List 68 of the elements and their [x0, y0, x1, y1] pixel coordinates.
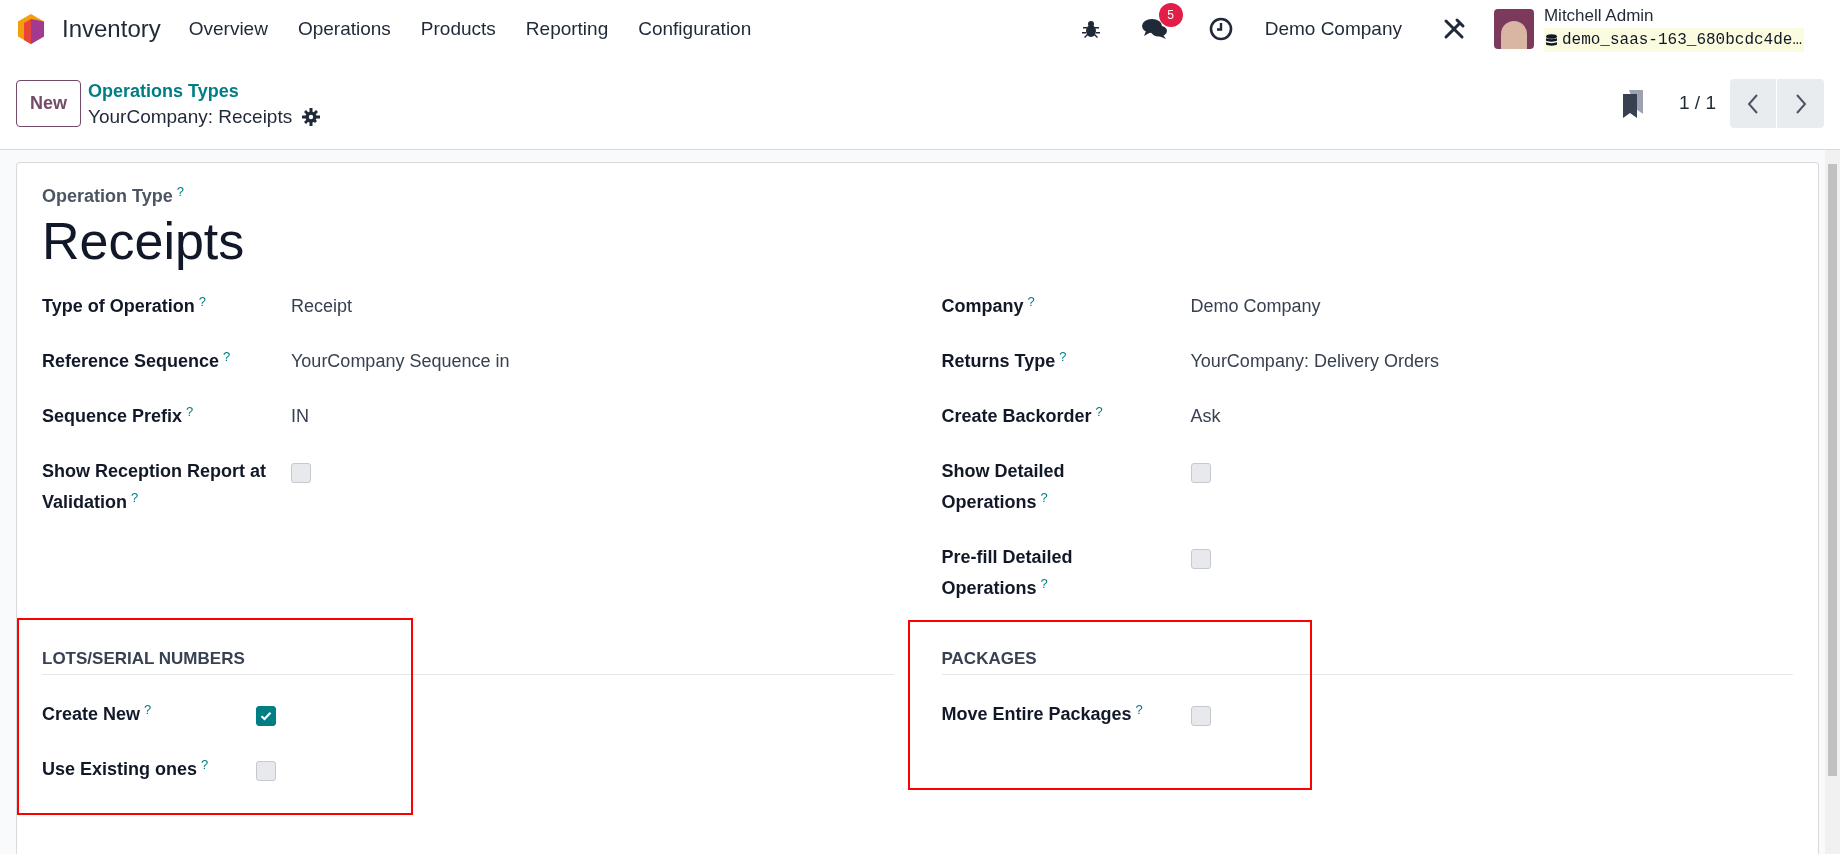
field-value[interactable]: YourCompany Sequence in	[291, 351, 510, 371]
bookmarks-icon[interactable]	[1621, 89, 1645, 118]
field-label: Returns Type $^{?}$	[941, 351, 1067, 371]
menu-item[interactable]: Reporting	[525, 14, 609, 44]
field-value[interactable]: Receipt	[291, 296, 353, 316]
bug-icon[interactable]	[1080, 19, 1101, 39]
field-label: Type of Operation $^{?}$	[42, 296, 206, 316]
help-tooltip-mark[interactable]: ?	[198, 293, 206, 309]
breadcrumb-link[interactable]: Operations Types	[88, 77, 321, 104]
help-tooltip-mark[interactable]: ?	[1135, 701, 1143, 717]
help-tooltip-mark[interactable]: ?	[201, 756, 209, 772]
checkmark-icon	[260, 711, 272, 721]
record-title: YourCompany: Receipts	[88, 104, 293, 129]
checkbox[interactable]	[1190, 463, 1211, 483]
menu-item[interactable]: Configuration	[638, 14, 752, 44]
menu-item[interactable]: Operations	[297, 14, 391, 44]
field-label: Company $^{?}$	[941, 296, 1035, 316]
section-title: LOTS/SERIAL NUMBERS	[42, 646, 894, 675]
menu-item[interactable]: Products	[420, 14, 496, 44]
help-tooltip-mark[interactable]: ?	[186, 403, 194, 419]
app-name[interactable]: Inventory	[62, 11, 161, 47]
settings-icon[interactable]	[302, 107, 321, 126]
chevron-right-icon	[1794, 93, 1807, 114]
field-value[interactable]: YourCompany: Delivery Orders	[1190, 351, 1439, 371]
help-tooltip-mark[interactable]: ?	[176, 183, 184, 199]
field-value[interactable]: IN	[291, 406, 309, 426]
help-tooltip-mark[interactable]: ?	[1040, 489, 1048, 505]
scrollbar[interactable]	[1825, 150, 1840, 854]
field-label: Operation Type $^{?}$	[42, 183, 184, 208]
section-title: PACKAGES	[941, 646, 1793, 675]
field-label: Reference Sequence $^{?}$	[42, 351, 231, 371]
field-label: Use Existing ones $^{?}$	[42, 759, 209, 779]
help-tooltip-mark[interactable]: ?	[1040, 575, 1048, 591]
record-name[interactable]: Receipts	[42, 209, 1793, 273]
checkbox[interactable]	[291, 463, 311, 483]
previous-button[interactable]	[1730, 79, 1777, 128]
help-tooltip-mark[interactable]: ?	[223, 348, 231, 364]
field-label: Sequence Prefix $^{?}$	[42, 406, 194, 426]
field-value[interactable]: Demo Company	[1190, 296, 1321, 316]
checkbox[interactable]	[256, 706, 276, 726]
help-tooltip-mark[interactable]: ?	[1095, 403, 1103, 419]
company-switcher[interactable]: Demo Company	[1264, 14, 1402, 44]
checkbox[interactable]	[256, 761, 276, 781]
field-value[interactable]: Ask	[1190, 406, 1221, 426]
menu-item[interactable]: Overview	[188, 14, 268, 44]
field-label: Move Entire Packages $^{?}$	[941, 704, 1143, 724]
chat-bubbles-icon[interactable]	[1140, 17, 1169, 41]
chevron-left-icon	[1747, 93, 1759, 114]
field-label: Create Backorder $^{?}$	[941, 406, 1103, 426]
help-tooltip-mark[interactable]: ?	[1059, 348, 1067, 364]
field-label: Create New $^{?}$	[42, 704, 152, 724]
help-tooltip-mark[interactable]: ?	[1027, 293, 1035, 309]
database-name: demo_saas-163_680bcdc4de…	[1561, 30, 1802, 51]
help-tooltip-mark[interactable]: ?	[144, 701, 152, 717]
user-avatar[interactable]	[1493, 9, 1534, 49]
hexagon-logo-icon[interactable]	[16, 13, 46, 45]
new-button[interactable]: New	[16, 80, 81, 127]
field-label: Show Detailed Operations $^{?}$	[941, 461, 1065, 512]
checkbox[interactable]	[1190, 549, 1211, 569]
field-label: Pre-fill Detailed Operations $^{?}$	[941, 547, 1073, 598]
notification-badge: 5	[1158, 3, 1183, 27]
clock-icon[interactable]	[1208, 17, 1233, 41]
field-label: Show Reception Report at Validation $^{?}$	[42, 461, 266, 512]
user-name[interactable]: Mitchell Admin	[1543, 6, 1804, 26]
checkbox[interactable]	[1190, 706, 1211, 726]
database-icon	[1545, 33, 1557, 47]
help-tooltip-mark[interactable]: ?	[131, 489, 139, 505]
pager-value[interactable]: 1 / 1	[1679, 89, 1716, 118]
